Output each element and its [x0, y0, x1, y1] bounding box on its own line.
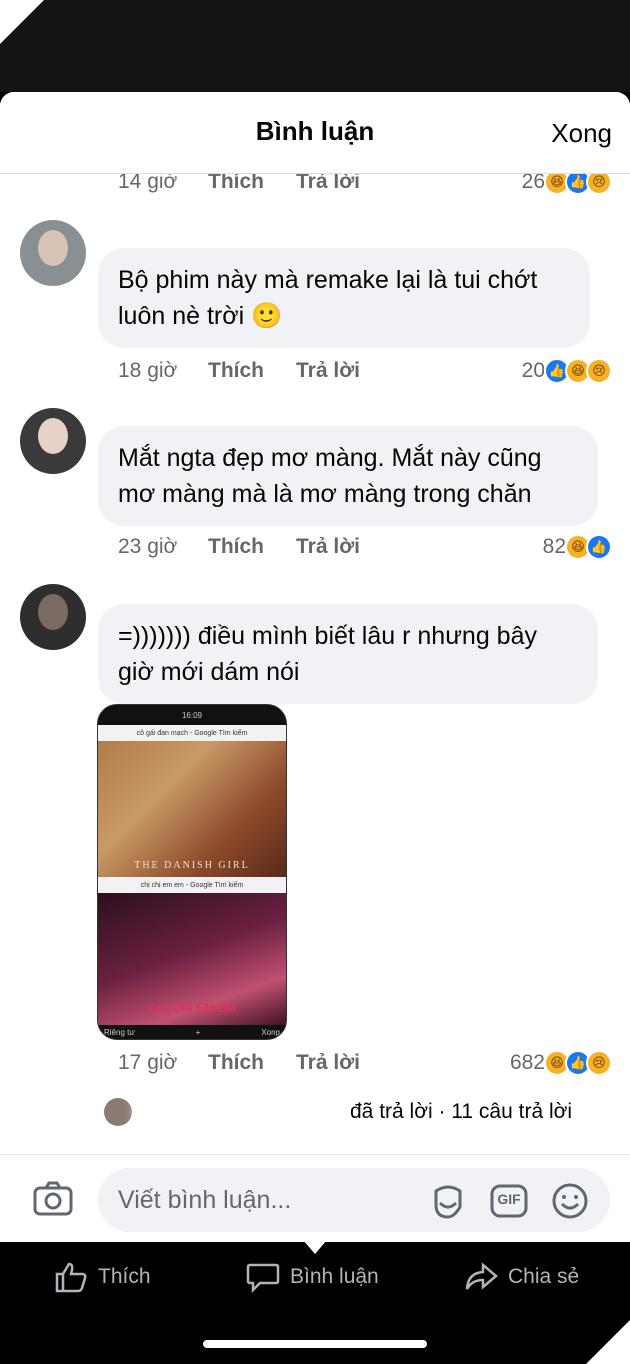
like-action-label: Thích: [98, 1265, 151, 1288]
share-action-button[interactable]: Chia sẻ: [464, 1260, 579, 1294]
poster-title: THE DANISH GIRL: [134, 860, 250, 871]
sad-reaction-icon: 😢: [586, 1050, 612, 1076]
gif-icon[interactable]: GIF: [489, 1181, 529, 1221]
reaction-summary[interactable]: 682 😆 👍 😢: [510, 1048, 612, 1078]
avatar[interactable]: [20, 408, 86, 474]
like-link[interactable]: Thích: [208, 535, 296, 559]
corner-marker: [586, 1320, 630, 1364]
comment-action-button[interactable]: Bình luận: [246, 1260, 379, 1294]
gif-label: GIF: [497, 1191, 521, 1207]
reaction-count: 682: [509, 1051, 545, 1074]
share-action-label: Chia sẻ: [508, 1265, 580, 1288]
comments-sheet: Bình luận Xong 14 giờ Thích Trả lời 26 😆…: [0, 92, 630, 1242]
composer-divider: [0, 1154, 630, 1155]
home-indicator[interactable]: [203, 1340, 427, 1348]
image-status-bar: 16:09: [98, 705, 286, 725]
avatar[interactable]: [20, 220, 86, 286]
comment-meta: 17 giờ Thích Trả lời: [118, 1048, 360, 1078]
comment-text-line: giờ mới dám nói: [118, 658, 300, 686]
comment-time: 23 giờ: [118, 535, 178, 558]
comment-text-line: Bộ phim này mà remake lại là tui chớt: [118, 266, 538, 294]
replies-avatar: [104, 1098, 132, 1126]
view-replies-link[interactable]: đã trả lời · 11 câu trả lời: [350, 1100, 572, 1124]
sad-reaction-icon: 😢: [586, 358, 612, 384]
comment-text-line: =))))))) điều mình biết lâu r nhưng bây: [118, 622, 537, 650]
comment-bubble: Bộ phim này mà remake lại là tui chớt lu…: [98, 248, 590, 348]
camera-icon[interactable]: [32, 1178, 74, 1220]
image-bottom-left: Riêng tư: [104, 1027, 135, 1037]
reaction-count: 82: [542, 535, 566, 558]
comment-text-line: Mắt ngta đẹp mơ màng. Mắt này cũng: [118, 444, 542, 472]
post-action-bar: Thích Bình luận Chia sẻ: [0, 1244, 630, 1312]
poster-image: THE DANISH GIRL: [98, 741, 286, 877]
sticker-icon[interactable]: [428, 1181, 468, 1221]
reply-link[interactable]: Trả lời: [296, 1051, 360, 1075]
comment-time: 17 giờ: [118, 1051, 178, 1074]
reply-link[interactable]: Trả lời: [296, 359, 360, 383]
reaction-count: 20: [521, 359, 545, 382]
comment-bubble: =))))))) điều mình biết lâu r nhưng bây …: [98, 604, 598, 704]
comment-text-line: luôn nè trời 🙂: [118, 302, 283, 330]
comment-image[interactable]: 16:09 cô gái đan mạch - Google Tìm kiếm …: [97, 704, 287, 1040]
image-search-bar: cô gái đan mạch - Google Tìm kiếm: [98, 725, 286, 741]
comment-meta: 23 giờ Thích Trả lời: [118, 532, 360, 562]
reaction-summary[interactable]: 82 😆 👍: [543, 532, 612, 562]
like-action-button[interactable]: Thích: [54, 1260, 151, 1294]
comment-composer: Viết bình luận... GIF: [0, 1158, 630, 1242]
reply-link[interactable]: Trả lời: [296, 535, 360, 559]
image-bottom-plus: +: [195, 1027, 201, 1037]
reaction-summary[interactable]: 20 👍 😆 😢: [522, 356, 612, 386]
comment-bubble: Mắt ngta đẹp mơ màng. Mắt này cũng mơ mà…: [98, 426, 598, 526]
poster-title: CHỊ CHỊ EM EM: [148, 1001, 236, 1015]
top-dark-area: [0, 0, 630, 92]
share-arrow-icon: [465, 1262, 498, 1290]
image-search-bar: chị chị em em - Google Tìm kiếm: [98, 877, 286, 893]
sheet-title: Bình luận: [255, 116, 375, 146]
thumbs-up-icon: [55, 1262, 87, 1293]
comment-time: 18 giờ: [118, 359, 178, 382]
sheet-header: Bình luận Xong: [0, 92, 630, 174]
comment-bubble-icon: [246, 1263, 280, 1293]
comment-input[interactable]: Viết bình luận... GIF: [98, 1168, 610, 1232]
comment-placeholder: Viết bình luận...: [118, 1186, 292, 1214]
like-link[interactable]: Thích: [208, 1051, 296, 1075]
comment-action-label: Bình luận: [290, 1265, 379, 1288]
avatar[interactable]: [20, 584, 86, 650]
comment-meta: 18 giờ Thích Trả lời: [118, 356, 360, 386]
name-redacted: [140, 1096, 330, 1128]
like-link[interactable]: Thích: [208, 359, 296, 383]
emoji-icon[interactable]: [550, 1181, 590, 1221]
poster-image: CHỊ CHỊ EM EM: [98, 893, 286, 1027]
image-bottom-bar: Riêng tư + Xong: [98, 1025, 286, 1039]
comment-text-line: mơ màng mà là mơ màng trong chăn: [118, 480, 532, 508]
done-button[interactable]: Xong: [551, 118, 612, 149]
image-bottom-right: Xong: [261, 1027, 280, 1037]
like-reaction-icon: 👍: [586, 534, 612, 560]
